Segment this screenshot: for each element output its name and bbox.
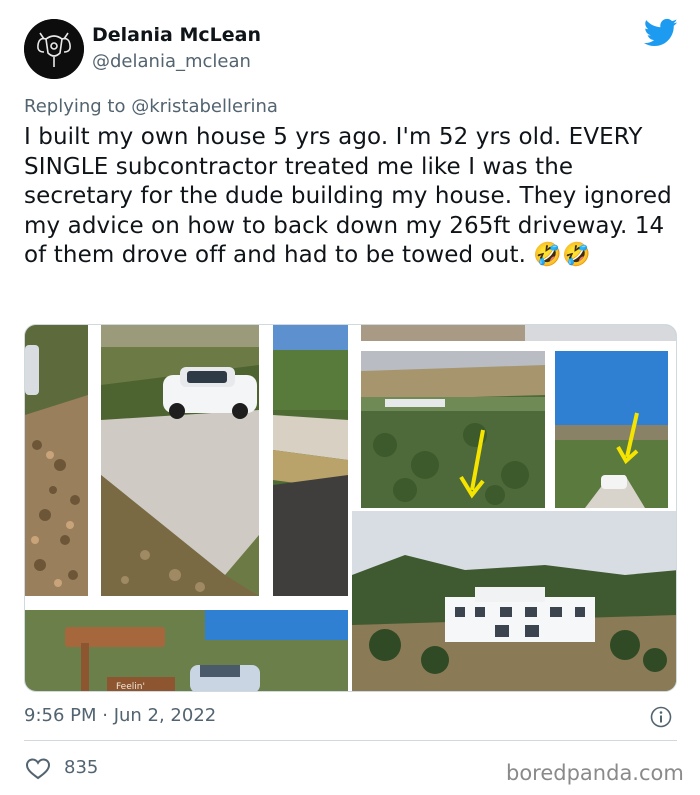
photo-car-arrow: [555, 351, 668, 508]
reply-mention-link[interactable]: @kristabellerina: [131, 96, 278, 117]
photo-car-driveway: [101, 325, 259, 596]
avatar-emblem-icon: [24, 19, 84, 79]
photo-rocky-slope: [25, 325, 88, 596]
tweet-text: I built my own house 5 yrs ago. I'm 52 y…: [24, 124, 672, 269]
avatar[interactable]: [24, 19, 84, 79]
divider: [24, 740, 677, 741]
watermark: boredpanda.com: [506, 761, 684, 785]
author-name[interactable]: Delania McLean: [92, 24, 261, 46]
reply-context: Replying to @kristabellerina: [24, 96, 278, 117]
info-icon[interactable]: [650, 706, 672, 728]
author-handle[interactable]: @delania_mclean: [92, 51, 251, 72]
twitter-bird-icon[interactable]: [644, 18, 678, 48]
reply-prefix: Replying to: [24, 96, 132, 117]
photo-white-house: [352, 511, 676, 691]
tweet-timestamp[interactable]: 9:56 PM · Jun 2, 2022: [24, 705, 216, 726]
photo-collage: Feelin': [25, 325, 676, 692]
photo-blacktop-road: [273, 325, 348, 596]
photo-hillside-arrow: [361, 351, 545, 508]
like-count: 835: [64, 757, 99, 778]
heart-icon[interactable]: [25, 757, 51, 781]
photo-sign-car: Feelin': [25, 610, 348, 692]
photo-top-strip: [361, 325, 676, 341]
media-collage[interactable]: Feelin': [24, 324, 677, 692]
sign-text: Feelin': [116, 682, 145, 692]
